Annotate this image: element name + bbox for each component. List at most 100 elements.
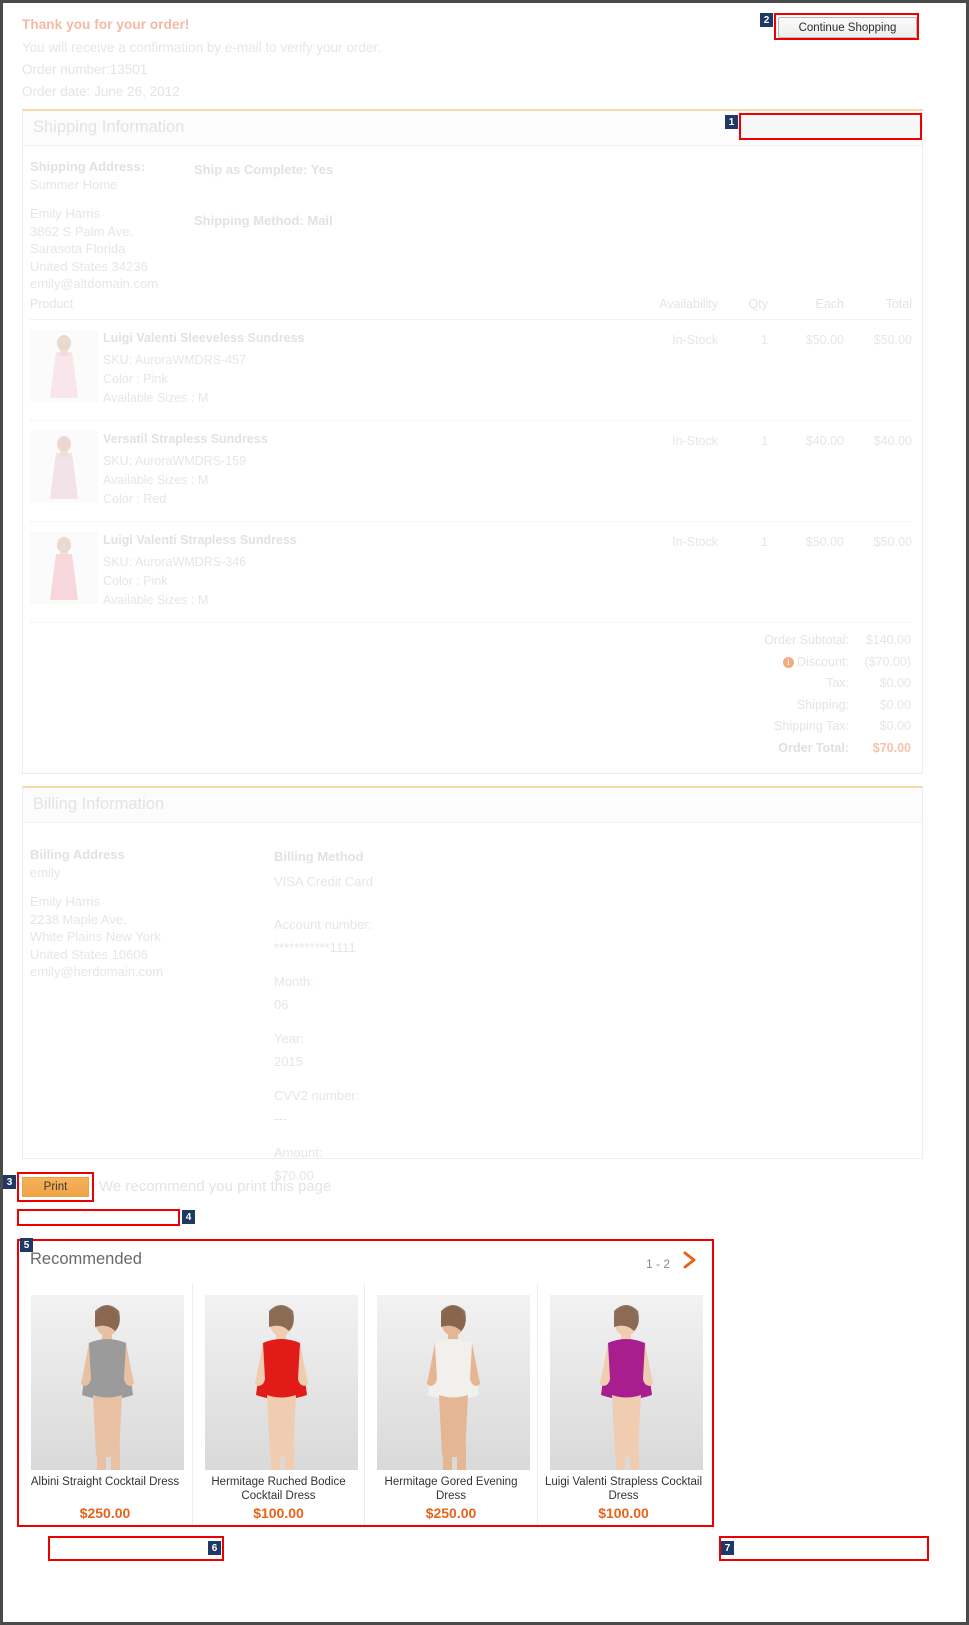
account-number-value: ***********1111 [274, 939, 356, 955]
product-availability: In-Stock [672, 333, 718, 347]
product-sku: SKU: AuroraWMDRS-457 [103, 353, 247, 367]
product-image[interactable] [377, 1295, 530, 1470]
cvv2-value: --- [274, 1110, 287, 1126]
total-value: $70.00 [872, 740, 911, 755]
product-thumbnail [30, 532, 98, 604]
shipping-address-label: Shipping Address: [30, 159, 146, 174]
total-row: Shipping: $0.00 [643, 698, 911, 720]
below-print-region[interactable] [17, 1209, 180, 1226]
billing-city-state: White Plains New York [30, 929, 161, 944]
recommended-pager-label: 1 - 2 [645, 1257, 670, 1271]
billing-address-nickname: emily [30, 864, 61, 880]
product-each-price: $50.00 [805, 333, 844, 347]
column-header-total: Total [885, 297, 912, 311]
billing-section-title: Billing Information [33, 795, 165, 813]
account-number-label: Account number: [274, 917, 373, 932]
product-name[interactable]: Luigi Valenti Strapless Sundress [103, 533, 297, 547]
continue-shopping-button[interactable]: Continue Shopping [778, 17, 917, 38]
recommended-product-card[interactable]: Luigi Valenti Strapless Cocktail Dress $1… [536, 1283, 710, 1525]
product-attribute-1: Available Sizes : M [103, 473, 209, 487]
product-name[interactable]: Versatil Strapless Sundress [103, 432, 268, 446]
info-icon[interactable]: i [782, 656, 794, 668]
product-attribute-2: Color : Red [103, 492, 167, 506]
expiry-month-label: Month: [274, 974, 314, 989]
recommended-product-price: $100.00 [598, 1505, 649, 1521]
expiry-year-label: Year: [274, 1031, 304, 1046]
product-availability: In-Stock [672, 434, 718, 448]
product-each-price: $40.00 [805, 434, 844, 448]
billing-email: emily@herdomain.com [30, 964, 164, 979]
recommended-product-name[interactable]: Hermitage Gored Evening Dress [371, 1475, 531, 1503]
recommended-product-card[interactable]: Albini Straight Cocktail Dress $250.00 [19, 1283, 192, 1525]
total-label: Shipping: [796, 697, 849, 712]
column-header-each: Each [815, 297, 845, 311]
annotation-badge-7: 7 [721, 1541, 734, 1555]
shipping-method: Shipping Method: Mail [194, 212, 333, 228]
billing-address-label: Billing Address [30, 847, 125, 862]
billing-country-zip: United States 10606 [30, 946, 148, 962]
product-attribute-2: Available Sizes : M [103, 391, 209, 405]
recommended-product-price: $250.00 [79, 1505, 131, 1521]
table-row: Versatil Strapless Sundress SKU: AuroraWM… [30, 421, 912, 522]
total-value: $0.00 [879, 697, 911, 712]
recommended-product-card[interactable]: Hermitage Gored Evening Dress $250.00 [364, 1283, 537, 1525]
shipping-section-title: Shipping Information [33, 118, 185, 136]
product-total-price: $50.00 [873, 333, 912, 347]
total-label: Order Total: [778, 740, 849, 755]
table-row: Luigi Valenti Sleeveless Sundress SKU: Au… [30, 320, 912, 421]
recommended-product-card[interactable]: Hermitage Ruched Bodice Cocktail Dress $1… [191, 1283, 365, 1525]
recommended-product-price: $100.00 [253, 1505, 304, 1521]
product-image[interactable] [549, 1295, 703, 1470]
billing-recipient-name: Emily Harris [30, 894, 101, 909]
table-row: Luigi Valenti Strapless Sundress SKU: Aur… [30, 522, 912, 623]
total-row: Order Subtotal: $140.00 [643, 633, 911, 655]
product-attribute-1: Color : Pink [103, 372, 168, 386]
order-total-row: Order Total: $70.00 [643, 741, 911, 763]
print-button[interactable]: Print [21, 1176, 90, 1198]
total-value: $140.00 [865, 633, 911, 647]
shipping-recipient-name: Emily Harris [30, 206, 101, 221]
product-name[interactable]: Luigi Valenti Sleeveless Sundress [103, 331, 304, 345]
product-sku: SKU: AuroraWMDRS-346 [103, 555, 247, 569]
product-thumbnail [30, 431, 98, 503]
chevron-right-icon[interactable] [680, 1249, 700, 1271]
order-items-table: Product Availability Qty Each Total Luig… [30, 297, 912, 623]
ship-as-complete: Ship as Complete: Yes [194, 162, 334, 177]
print-hint-text: We recommend you print this page [99, 1178, 332, 1195]
order-items-table-header: Product Availability Qty Each Total [30, 297, 912, 320]
billing-method-label: Billing Method [274, 849, 364, 864]
column-header-product: Product [30, 297, 74, 311]
billing-card-header: Billing Information [23, 788, 922, 823]
product-image[interactable] [204, 1295, 358, 1470]
order-number: Order number:13501 [22, 62, 148, 77]
billing-method-value: VISA Credit Card [274, 873, 373, 889]
annotation-badge-1: 1 [725, 115, 738, 129]
product-attribute-1: Color : Pink [103, 574, 168, 588]
product-each-price: $50.00 [805, 535, 844, 549]
annotation-badge-3: 3 [3, 1175, 16, 1189]
print-button-highlight: Print [17, 1172, 94, 1202]
recommended-product-name[interactable]: Luigi Valenti Strapless Cocktail Dress [544, 1475, 704, 1503]
total-label: Order Subtotal: [764, 633, 849, 647]
shipping-header-action-region[interactable] [739, 113, 922, 140]
annotation-badge-4: 4 [182, 1210, 195, 1224]
product-qty: 1 [761, 333, 768, 347]
total-row: Shipping Tax: $0.00 [643, 719, 911, 741]
recommended-product-name[interactable]: Albini Straight Cocktail Dress [25, 1475, 185, 1489]
shipping-address-nickname: Summer Home [30, 176, 118, 192]
shipping-street: 3862 S Palm Ave. [30, 223, 134, 239]
footer-region-right[interactable] [719, 1536, 929, 1561]
product-image[interactable] [31, 1295, 184, 1470]
recommended-product-name[interactable]: Hermitage Ruched Bodice Cocktail Dress [199, 1475, 359, 1503]
total-row: i Discount: ($70.00) [643, 655, 911, 677]
product-thumbnail [30, 330, 98, 402]
product-attribute-2: Available Sizes : M [103, 593, 209, 607]
product-total-price: $40.00 [873, 434, 912, 448]
footer-region-left[interactable] [48, 1536, 224, 1561]
billing-method-block: Billing Method VISA Credit Card Account … [274, 848, 373, 1184]
shipping-country-zip: United States 34236 [30, 258, 148, 274]
total-label: i Discount: [782, 655, 849, 669]
order-totals: Order Subtotal: $140.00 i Discount: ($70.00)… [643, 633, 911, 762]
total-value: ($70.00) [864, 654, 911, 669]
total-row: Tax: $0.00 [643, 676, 911, 698]
